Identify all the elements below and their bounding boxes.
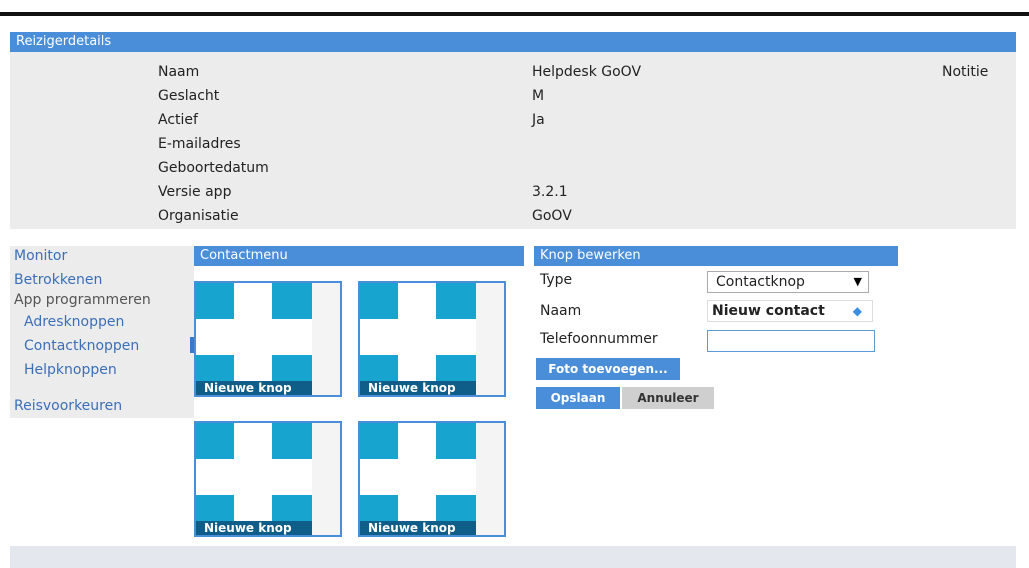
contact-tile[interactable]: Nieuwe knop (194, 281, 342, 397)
notitie-label: Notitie (942, 64, 989, 80)
label-organisatie: Organisatie (158, 208, 239, 224)
tile-image: Nieuwe knop (360, 283, 476, 395)
nav-reisvoorkeuren[interactable]: Reisvoorkeuren (14, 398, 122, 414)
contactmenu-header: Contactmenu (194, 246, 524, 266)
tile-label: Nieuwe knop (360, 521, 476, 535)
type-label: Type (540, 272, 573, 288)
naam-label: Naam (540, 303, 582, 319)
naam-input-value: Nieuw contact (712, 303, 825, 319)
value-geslacht: M (532, 88, 545, 104)
nav-betrokkenen[interactable]: Betrokkenen (14, 272, 102, 288)
nav-adresknoppen[interactable]: Adresknoppen (24, 314, 124, 330)
contact-tile[interactable]: Nieuwe knop (194, 421, 342, 537)
naam-input[interactable]: Nieuw contact ◆ (707, 300, 873, 322)
sidebar-nav: Monitor Betrokkenen App programmeren Adr… (10, 246, 194, 418)
nav-app-programmeren: App programmeren (14, 292, 151, 308)
label-versie-app: Versie app (158, 184, 232, 200)
knop-bewerken-header: Knop bewerken (534, 246, 898, 266)
autofill-diamond-icon: ◆ (852, 304, 862, 318)
nav-contactknoppen[interactable]: Contactknoppen (24, 338, 139, 354)
label-geslacht: Geslacht (158, 88, 220, 104)
annuleer-button[interactable]: Annuleer (622, 387, 714, 409)
value-naam: Helpdesk GoOV (532, 64, 642, 80)
value-organisatie: GoOV (532, 208, 572, 224)
tile-image: Nieuwe knop (360, 423, 476, 535)
value-actief: Ja (532, 112, 545, 128)
label-emailadres: E-mailadres (158, 136, 241, 152)
type-select[interactable]: Contactknop ▼ (707, 271, 869, 293)
telefoonnummer-label: Telefoonnummer (540, 331, 658, 347)
tile-label: Nieuwe knop (196, 381, 312, 395)
reizigerdetails-header: Reizigerdetails (10, 32, 1016, 52)
tile-label: Nieuwe knop (360, 381, 476, 395)
contact-tile[interactable]: Nieuwe knop (358, 421, 506, 537)
top-border (0, 12, 1029, 16)
label-geboortedatum: Geboortedatum (158, 160, 269, 176)
dropdown-arrow-icon: ▼ (853, 275, 862, 288)
reizigerdetails-panel: Naam Helpdesk GoOV Geslacht M Actief Ja … (10, 52, 1016, 229)
foto-toevoegen-button[interactable]: Foto toevoegen... (536, 358, 680, 380)
tile-image: Nieuwe knop (196, 283, 312, 395)
label-actief: Actief (158, 112, 198, 128)
value-versie-app: 3.2.1 (532, 184, 568, 200)
nav-monitor[interactable]: Monitor (14, 248, 67, 264)
telefoonnummer-input[interactable] (707, 330, 875, 352)
tile-label: Nieuwe knop (196, 521, 312, 535)
tile-image: Nieuwe knop (196, 423, 312, 535)
nav-helpknoppen[interactable]: Helpknoppen (24, 362, 117, 378)
label-naam: Naam (158, 64, 200, 80)
contact-tile[interactable]: Nieuwe knop (358, 281, 506, 397)
type-select-value: Contactknop (716, 274, 805, 290)
opslaan-button[interactable]: Opslaan (536, 387, 620, 409)
footer-bar (10, 546, 1016, 568)
